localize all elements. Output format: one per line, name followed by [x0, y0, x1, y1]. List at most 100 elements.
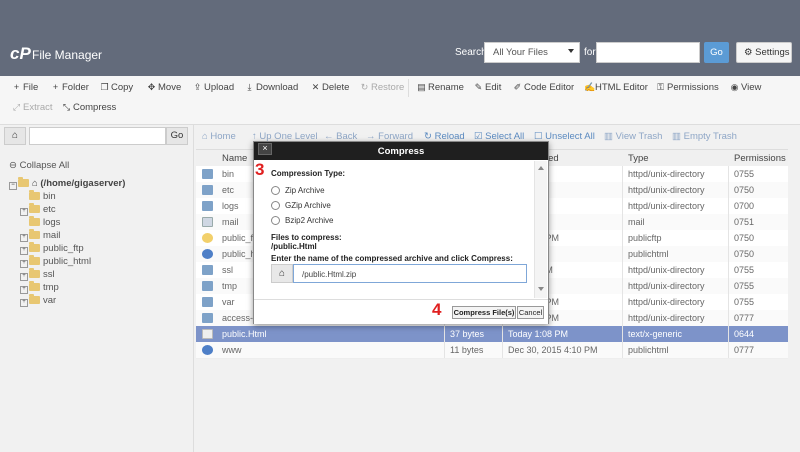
- code-editor-button[interactable]: ✐ Code Editor: [513, 82, 574, 93]
- expand-box-icon: +: [20, 286, 28, 294]
- close-icon[interactable]: ×: [258, 143, 272, 155]
- code-editor-icon: ✐: [513, 82, 522, 92]
- folder-icon: [202, 297, 213, 307]
- folder-icon: [202, 185, 213, 195]
- tree-item-logs[interactable]: logs: [29, 216, 60, 228]
- path-go-button[interactable]: Go: [166, 127, 188, 145]
- extract-icon: ⤢: [12, 102, 21, 112]
- view-label: View: [741, 82, 762, 93]
- extract-button[interactable]: ⤢ Extract: [12, 102, 53, 113]
- tree-item-label: bin: [43, 191, 56, 202]
- compress-toolbar-button[interactable]: ⤡ Compress: [62, 102, 116, 113]
- upload-button[interactable]: ⇪ Upload: [193, 82, 234, 93]
- tree-item-var[interactable]: + var: [20, 294, 56, 307]
- gzip-radio-label[interactable]: GZip Archive: [285, 201, 331, 210]
- path-home-button[interactable]: ⌂: [4, 127, 26, 145]
- home-icon: ⌂: [11, 130, 19, 141]
- archive-name-input[interactable]: /public.Html.zip: [293, 264, 527, 283]
- tree-item-tmp[interactable]: + tmp: [20, 281, 59, 294]
- column-permissions-header[interactable]: Permissions: [734, 153, 786, 164]
- move-button[interactable]: ✥ Move: [147, 82, 182, 93]
- copy-button[interactable]: ❐ Copy: [100, 82, 133, 93]
- new-folder-button[interactable]: + Folder: [51, 82, 89, 93]
- file-permissions-cell: 0751: [734, 217, 755, 227]
- column-divider: [728, 246, 729, 262]
- cpanel-logo[interactable]: cP: [10, 44, 31, 64]
- scroll-up-icon[interactable]: [538, 166, 544, 170]
- nav-view-trash-button[interactable]: ▥ View Trash: [604, 131, 662, 142]
- html-editor-button[interactable]: ✍HTML Editor: [584, 82, 648, 93]
- column-divider: [728, 262, 729, 278]
- table-row[interactable]: www 11 bytes Dec 30, 2015 4:10 PM publichtm…: [196, 342, 788, 359]
- search-input[interactable]: [596, 42, 700, 63]
- nav-unselect-all-label: Unselect All: [545, 131, 595, 142]
- tree-item-etc[interactable]: + etc: [20, 203, 56, 216]
- new-file-label: File: [23, 82, 39, 93]
- nav-empty-trash-button[interactable]: ▥ Empty Trash: [672, 131, 737, 142]
- tree-item-ssl[interactable]: + ssl: [20, 268, 55, 281]
- file-name-cell: public_h: [222, 249, 256, 259]
- tree-item-public-html[interactable]: + public_html: [20, 255, 91, 268]
- search-go-button[interactable]: Go: [704, 42, 729, 63]
- file-size-cell: 11 bytes: [450, 345, 484, 355]
- file-permissions-cell: 0777: [734, 313, 755, 323]
- table-row[interactable]: public.Html 37 bytes Today 1:08 PM text/x-g…: [196, 326, 788, 343]
- edit-button[interactable]: ✎ Edit: [474, 82, 502, 93]
- file-permissions-cell: 0750: [734, 233, 755, 243]
- column-divider: [728, 182, 729, 198]
- home-icon: ⌂: [202, 131, 208, 142]
- column-divider: [728, 278, 729, 294]
- rename-icon: ▤: [417, 82, 426, 92]
- column-type-header[interactable]: Type: [628, 153, 649, 164]
- expand-box-icon: +: [20, 260, 28, 268]
- zip-radio-label[interactable]: Zip Archive: [285, 186, 325, 195]
- rename-button[interactable]: ▤ Rename: [417, 82, 464, 93]
- delete-label: Delete: [322, 82, 350, 93]
- collapse-all-button[interactable]: ⊖ Collapse All: [9, 160, 69, 171]
- permissions-button[interactable]: ⚿ Permissions: [656, 82, 719, 93]
- file-type-cell: httpd/unix-directory: [628, 265, 705, 275]
- tree-item-mail[interactable]: + mail: [20, 229, 60, 242]
- gzip-radio[interactable]: [271, 201, 280, 210]
- column-divider: [622, 166, 623, 182]
- column-divider: [728, 326, 729, 342]
- tree-item-public-ftp[interactable]: + public_ftp: [20, 242, 84, 255]
- compress-files-button[interactable]: Compress File(s): [452, 306, 516, 319]
- file-name-cell: access-l: [222, 313, 256, 323]
- ftp-icon: [202, 233, 213, 243]
- new-file-button[interactable]: + File: [12, 82, 38, 93]
- nav-home-button[interactable]: ⌂ Home: [202, 131, 236, 142]
- tree-item-bin[interactable]: bin: [29, 190, 56, 202]
- restore-button[interactable]: ↻ Restore: [360, 82, 405, 93]
- column-divider: [502, 326, 503, 342]
- caret-down-icon: [568, 49, 574, 53]
- cancel-button[interactable]: Cancel: [517, 306, 544, 319]
- bzip2-radio[interactable]: [271, 216, 280, 225]
- bzip2-radio-label[interactable]: Bzip2 Archive: [285, 216, 333, 225]
- column-name-header[interactable]: Name: [222, 153, 247, 164]
- path-input[interactable]: [29, 127, 166, 145]
- search-scope-select[interactable]: All Your Files: [484, 42, 580, 63]
- globe-icon: [202, 249, 213, 259]
- download-button[interactable]: ⤓ Download: [245, 82, 299, 93]
- column-divider: [622, 230, 623, 246]
- column-divider: [622, 326, 623, 342]
- view-button[interactable]: ◉ View: [730, 82, 762, 93]
- scroll-down-icon[interactable]: [538, 287, 544, 291]
- dialog-scrollbar[interactable]: [534, 161, 547, 298]
- file-type-cell: httpd/unix-directory: [628, 185, 705, 195]
- settings-button[interactable]: ⚙ Settings: [736, 42, 792, 63]
- upload-label: Upload: [204, 82, 235, 93]
- top-header: [0, 0, 800, 76]
- delete-button[interactable]: ✕ Delete: [311, 82, 350, 93]
- column-divider: [728, 230, 729, 246]
- file-modified-cell: Today 1:08 PM: [508, 329, 569, 339]
- column-divider: [728, 294, 729, 310]
- expand-box-icon: +: [20, 273, 28, 281]
- zip-radio[interactable]: [271, 186, 280, 195]
- column-divider: [728, 198, 729, 214]
- tree-root[interactable]: − ⌂ (/home/gigaserver): [9, 177, 125, 190]
- file-type-cell: httpd/unix-directory: [628, 281, 705, 291]
- nav-empty-trash-label: Empty Trash: [683, 131, 737, 142]
- file-permissions-cell: 0750: [734, 249, 755, 259]
